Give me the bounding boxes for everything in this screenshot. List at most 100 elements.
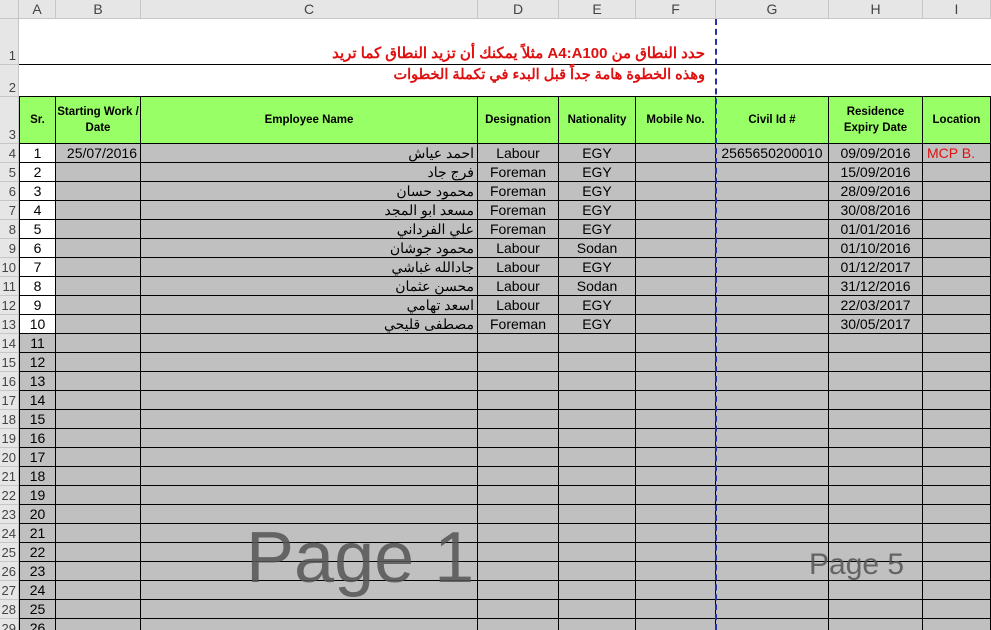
cell-name[interactable]: محمود جوشان [141, 239, 478, 258]
cell-start[interactable] [56, 334, 141, 353]
cell-residence[interactable]: 01/10/2016 [829, 239, 923, 258]
cell-mobile[interactable] [636, 505, 716, 524]
cell-residence[interactable]: 01/01/2016 [829, 220, 923, 239]
cell-mobile[interactable] [636, 562, 716, 581]
cell-name[interactable] [141, 391, 478, 410]
cell-sr[interactable]: 19 [19, 486, 56, 505]
cell-start[interactable] [56, 182, 141, 201]
cell-designation[interactable] [478, 334, 559, 353]
cell-name[interactable]: اسعد تهامي [141, 296, 478, 315]
cell-location[interactable] [923, 429, 991, 448]
column-title-residence[interactable]: Residence Expiry Date [829, 97, 923, 144]
column-header-b[interactable]: B [56, 0, 141, 19]
cell-sr[interactable]: 22 [19, 543, 56, 562]
row-header[interactable]: 5 [0, 163, 19, 182]
cell-mobile[interactable] [636, 296, 716, 315]
cell-location[interactable] [923, 600, 991, 619]
cell-sr[interactable]: 7 [19, 258, 56, 277]
cell-start[interactable] [56, 258, 141, 277]
cell-civil[interactable] [716, 372, 829, 391]
cell-location[interactable] [923, 201, 991, 220]
cell-residence[interactable]: 15/09/2016 [829, 163, 923, 182]
column-header-g[interactable]: G [716, 0, 829, 19]
cell-name[interactable] [141, 448, 478, 467]
cell-sr[interactable]: 2 [19, 163, 56, 182]
cell-residence[interactable] [829, 372, 923, 391]
column-title-location[interactable]: Location [923, 97, 991, 144]
cell-nationality[interactable] [559, 486, 636, 505]
cell-nationality[interactable] [559, 581, 636, 600]
cell-sr[interactable]: 6 [19, 239, 56, 258]
cell-start[interactable] [56, 353, 141, 372]
cell-civil[interactable] [716, 505, 829, 524]
cell-mobile[interactable] [636, 581, 716, 600]
cell-location[interactable] [923, 277, 991, 296]
cell-sr[interactable]: 21 [19, 524, 56, 543]
row-header[interactable]: 26 [0, 562, 19, 581]
cell-residence[interactable]: 01/12/2017 [829, 258, 923, 277]
cell-name[interactable]: محسن عثمان [141, 277, 478, 296]
cell-sr[interactable]: 8 [19, 277, 56, 296]
cell-nationality[interactable] [559, 505, 636, 524]
cell-designation[interactable] [478, 524, 559, 543]
row-header[interactable]: 21 [0, 467, 19, 486]
cell-residence[interactable] [829, 619, 923, 630]
cell-nationality[interactable] [559, 353, 636, 372]
cell-name[interactable] [141, 467, 478, 486]
cell-location[interactable] [923, 486, 991, 505]
cell-start[interactable] [56, 410, 141, 429]
cell-civil[interactable] [716, 258, 829, 277]
cell-civil[interactable] [716, 467, 829, 486]
cell-start[interactable] [56, 619, 141, 630]
cell-sr[interactable]: 17 [19, 448, 56, 467]
cell-civil[interactable] [716, 524, 829, 543]
cell-residence[interactable] [829, 524, 923, 543]
cell-mobile[interactable] [636, 182, 716, 201]
cell-designation[interactable]: Labour [478, 144, 559, 163]
cell-mobile[interactable] [636, 600, 716, 619]
cell-mobile[interactable] [636, 277, 716, 296]
cell-name[interactable]: علي الفرداني [141, 220, 478, 239]
cell-mobile[interactable] [636, 391, 716, 410]
cell-mobile[interactable] [636, 220, 716, 239]
cell-residence[interactable] [829, 505, 923, 524]
cell-designation[interactable] [478, 429, 559, 448]
cell-sr[interactable]: 25 [19, 600, 56, 619]
cell-location[interactable] [923, 543, 991, 562]
column-title-sr[interactable]: Sr. [19, 97, 56, 144]
cell-designation[interactable]: Foreman [478, 315, 559, 334]
cell-designation[interactable] [478, 581, 559, 600]
cell-name[interactable]: مسعد ابو المجد [141, 201, 478, 220]
column-header-c[interactable]: C [141, 0, 478, 19]
cell-sr[interactable]: 4 [19, 201, 56, 220]
cell-sr[interactable]: 14 [19, 391, 56, 410]
cell-residence[interactable] [829, 600, 923, 619]
cell-designation[interactable] [478, 600, 559, 619]
cell-sr[interactable]: 23 [19, 562, 56, 581]
column-header-a[interactable]: A [19, 0, 56, 19]
cell-nationality[interactable]: EGY [559, 296, 636, 315]
row-header[interactable]: 6 [0, 182, 19, 201]
cell-mobile[interactable] [636, 258, 716, 277]
cell-location[interactable] [923, 182, 991, 201]
cell-residence[interactable] [829, 581, 923, 600]
cell-mobile[interactable] [636, 201, 716, 220]
cell-nationality[interactable] [559, 562, 636, 581]
cell-location[interactable] [923, 619, 991, 630]
cell-mobile[interactable] [636, 543, 716, 562]
cell-name[interactable] [141, 334, 478, 353]
cell-sr[interactable]: 1 [19, 144, 56, 163]
cell-start[interactable] [56, 277, 141, 296]
cell-sr[interactable]: 11 [19, 334, 56, 353]
cell-location[interactable] [923, 220, 991, 239]
cell-mobile[interactable] [636, 467, 716, 486]
cell-start[interactable] [56, 600, 141, 619]
cell-civil[interactable] [716, 182, 829, 201]
row-header[interactable]: 9 [0, 239, 19, 258]
cell-civil[interactable] [716, 391, 829, 410]
cell-designation[interactable]: Labour [478, 296, 559, 315]
cell-residence[interactable]: 28/09/2016 [829, 182, 923, 201]
cell-designation[interactable]: Labour [478, 239, 559, 258]
cell-nationality[interactable] [559, 372, 636, 391]
cell-nationality[interactable] [559, 334, 636, 353]
